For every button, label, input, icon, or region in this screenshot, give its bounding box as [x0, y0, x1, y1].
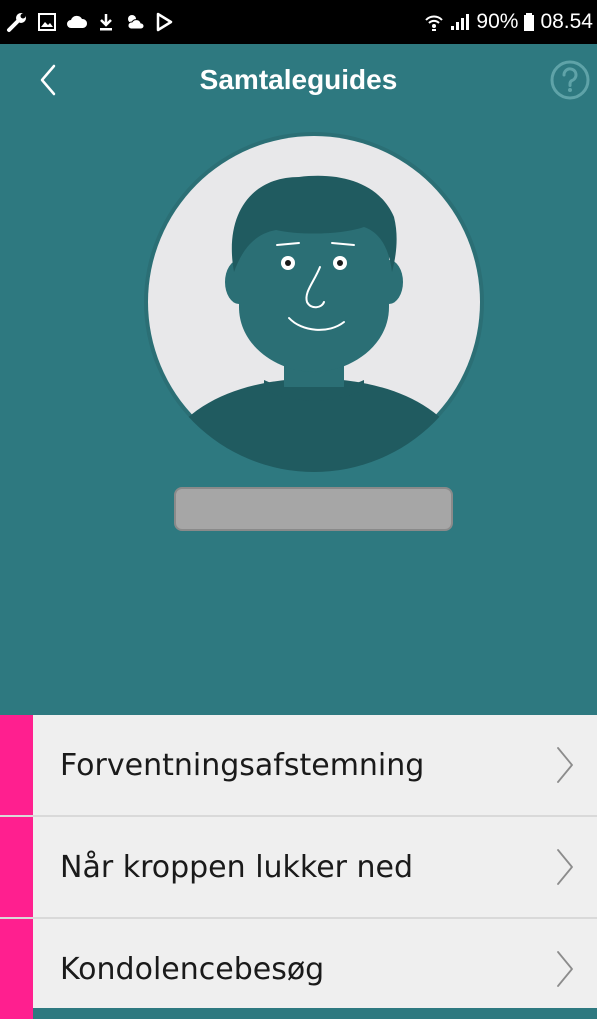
hero-section: Samtaleguides — [0, 44, 597, 715]
weather-icon — [127, 15, 145, 30]
list-item-kondolencebesoeg[interactable]: Kondolencebesøg — [0, 919, 597, 1019]
cloud-icon — [67, 15, 88, 28]
download-icon — [100, 14, 112, 31]
accent-bar — [0, 919, 33, 1019]
list-item-forventningsafstemning[interactable]: Forventningsafstemning — [0, 715, 597, 817]
clock: 08.54 — [540, 10, 593, 33]
notification-icons — [6, 11, 173, 33]
image-icon — [38, 13, 56, 31]
accent-bar — [0, 817, 33, 917]
wifi-icon — [425, 15, 444, 31]
page-title: Samtaleguides — [199, 64, 398, 95]
list-item-label: Når kroppen lukker ned — [60, 849, 414, 885]
wrench-icon — [7, 13, 26, 32]
status-bar: 90% 08.54 — [0, 0, 597, 44]
list-item-naar-kroppen-lukker-ned[interactable]: Når kroppen lukker ned — [0, 817, 597, 919]
battery-icon — [524, 13, 535, 31]
chevron-right-icon — [557, 849, 573, 885]
play-store-icon — [156, 12, 173, 32]
chevron-right-icon — [557, 747, 573, 783]
list-item-label: Kondolencebesøg — [60, 951, 325, 987]
help-icon — [550, 60, 590, 100]
guide-list: Forventningsafstemning Når kroppen lukke… — [0, 715, 597, 1019]
avatar — [144, 132, 484, 472]
battery-percentage: 90% — [476, 10, 519, 33]
list-item-label: Forventningsafstemning — [60, 747, 425, 783]
signal-icon — [451, 14, 470, 30]
help-button[interactable] — [548, 58, 592, 102]
accent-bar — [0, 715, 33, 815]
chevron-right-icon — [557, 951, 573, 987]
name-field[interactable] — [174, 487, 453, 531]
system-indicators: 90% 08.54 — [424, 10, 593, 34]
